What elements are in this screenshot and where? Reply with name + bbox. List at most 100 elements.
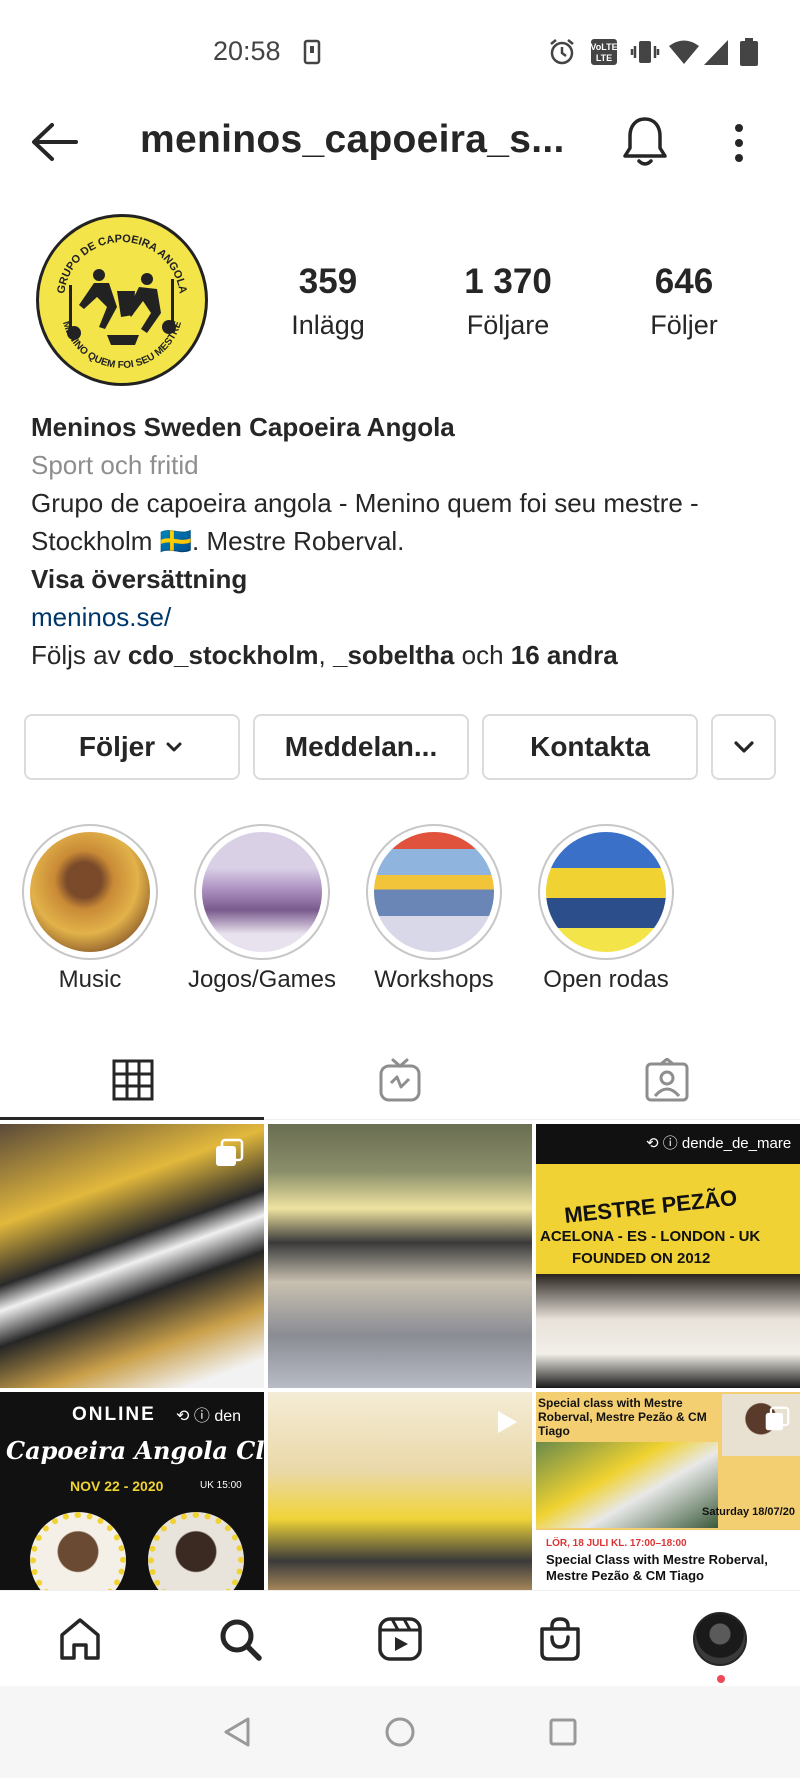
stat-following-label: Följer xyxy=(650,310,718,340)
nav-profile[interactable] xyxy=(692,1611,748,1667)
post-tile[interactable]: ONLINE ⟲ ⓘ den Capoeira Angola Class NOV… xyxy=(0,1392,264,1590)
message-button-label: Meddelan... xyxy=(284,731,438,762)
profile-avatar xyxy=(693,1612,747,1666)
svg-text:LTE: LTE xyxy=(596,53,612,63)
nav-shop[interactable] xyxy=(532,1611,588,1667)
post-tile[interactable]: Special class with Mestre Roberval, Mest… xyxy=(536,1392,800,1590)
class-time: UK 15:00 xyxy=(200,1480,242,1491)
event-time: LÖR, 18 JULI KL. 17:00–18:00 xyxy=(546,1538,687,1549)
followed-others[interactable]: 16 andra xyxy=(511,640,618,670)
highlight-ring xyxy=(194,824,330,960)
nav-reels[interactable] xyxy=(372,1611,428,1667)
active-tab-indicator xyxy=(0,1117,264,1120)
sweden-flag-icon: 🇸🇪 xyxy=(159,526,192,556)
class-title: Capoeira Angola Class xyxy=(6,1436,264,1465)
following-button-label: Följer xyxy=(78,731,156,762)
followed-user-1[interactable]: cdo_stockholm xyxy=(128,640,319,670)
tab-igtv[interactable] xyxy=(267,1040,533,1120)
banner-line2: FOUNDED ON 2012 xyxy=(572,1250,711,1267)
highlight-music[interactable]: Music xyxy=(22,824,158,993)
stat-following[interactable]: 646 Följer xyxy=(609,262,759,341)
bell-icon[interactable] xyxy=(622,114,668,168)
teacher-photo-1 xyxy=(30,1512,126,1590)
multi-photo-icon xyxy=(216,1138,244,1166)
wifi-icon xyxy=(669,40,699,64)
recents-square-icon[interactable] xyxy=(548,1717,578,1747)
profile-avatar[interactable]: GRUPO DE CAPOEIRA ANGOLA MENINO QUEM FOI… xyxy=(36,214,208,386)
online-label: ONLINE xyxy=(72,1404,156,1425)
stat-posts-label: Inlägg xyxy=(291,310,365,340)
contact-button-label: Kontakta xyxy=(530,731,650,762)
post-tile[interactable]: ⟲ ⓘ dende_de_mare MESTRE PEZÃO ACELONA -… xyxy=(536,1124,800,1388)
highlight-workshops[interactable]: Workshops xyxy=(366,824,502,993)
see-translation-link[interactable]: Visa översättning xyxy=(31,560,771,598)
stat-followers-value: 1 370 xyxy=(464,262,552,301)
bio-text-line2: Stockholm 🇸🇪. Mestre Roberval. xyxy=(31,522,771,560)
chevron-down-icon xyxy=(733,741,754,753)
highlight-ring xyxy=(22,824,158,960)
following-button[interactable]: Följer xyxy=(24,714,240,780)
back-triangle-icon[interactable] xyxy=(222,1716,252,1748)
volte-icon: VoLTE LTE xyxy=(590,39,618,65)
followed-by-prefix: Följs av xyxy=(31,640,121,670)
screenshot-icon xyxy=(303,39,321,65)
stat-followers-label: Följare xyxy=(466,310,550,340)
repost-username: ⟲ ⓘ den xyxy=(176,1408,242,1425)
highlight-open-rodas[interactable]: Open rodas xyxy=(538,824,674,993)
vibrate-icon xyxy=(630,41,660,63)
profile-bio: Meninos Sweden Capoeira Angola Sport och… xyxy=(31,408,771,674)
highlight-ring xyxy=(538,824,674,960)
bio-text-line1: Grupo de capoeira angola - Menino quem f… xyxy=(31,488,699,518)
post-tile[interactable] xyxy=(268,1124,532,1388)
followed-by[interactable]: Följs av cdo_stockholm, _sobeltha och 16… xyxy=(31,636,771,674)
event-title: Special Class with Mestre Roberval, Mest… xyxy=(546,1552,768,1583)
banner-line1: ACELONA - ES - LONDON - UK xyxy=(540,1228,761,1245)
followed-and: och xyxy=(461,640,504,670)
highlight-cover xyxy=(202,832,322,952)
status-time: 20:58 xyxy=(213,36,281,66)
stat-followers[interactable]: 1 370 Följare xyxy=(433,262,583,341)
repost-username: ⟲ ⓘ dende_de_mare xyxy=(646,1135,792,1152)
followed-user-2[interactable]: _sobeltha xyxy=(333,640,454,670)
stat-posts[interactable]: 359 Inlägg xyxy=(253,262,403,341)
bottom-navigation xyxy=(0,1590,800,1686)
profile-header: meninos_capoeira_s... xyxy=(0,100,800,184)
highlight-cover xyxy=(30,832,150,952)
status-bar: 20:58 VoLTE LTE xyxy=(0,0,800,100)
highlight-cover xyxy=(546,832,666,952)
profile-display-name: Meninos Sweden Capoeira Angola xyxy=(31,412,455,442)
igtv-icon xyxy=(379,1058,421,1102)
suggested-accounts-button[interactable] xyxy=(711,714,776,780)
website-link[interactable]: meninos.se/ xyxy=(31,598,771,636)
grid-icon xyxy=(112,1059,154,1101)
bio-text-location: Stockholm xyxy=(31,526,153,556)
banner-text: MESTRE PEZÃO xyxy=(563,1184,739,1229)
class-date: NOV 22 - 2020 xyxy=(70,1478,164,1494)
back-arrow-icon[interactable] xyxy=(30,120,80,164)
nav-home[interactable] xyxy=(52,1611,108,1667)
highlight-cover xyxy=(374,832,494,952)
bio-text-mestre: . Mestre Roberval. xyxy=(192,526,405,556)
teacher-photo-2 xyxy=(148,1512,244,1590)
tab-tagged[interactable] xyxy=(534,1040,800,1120)
shop-icon xyxy=(540,1617,580,1661)
post-tile[interactable] xyxy=(0,1124,264,1388)
more-vertical-icon[interactable] xyxy=(722,120,756,166)
message-button[interactable]: Meddelan... xyxy=(253,714,469,780)
capoeira-logo: GRUPO DE CAPOEIRA ANGOLA MENINO QUEM FOI… xyxy=(40,218,204,382)
search-icon xyxy=(220,1619,262,1661)
posts-grid: ⟲ ⓘ dende_de_mare MESTRE PEZÃO ACELONA -… xyxy=(0,1122,800,1590)
stat-posts-value: 359 xyxy=(298,262,358,301)
stat-following-value: 646 xyxy=(654,262,714,301)
repost-user-text: den xyxy=(214,1408,242,1425)
profile-category: Sport och fritid xyxy=(31,450,199,480)
post-tile[interactable] xyxy=(268,1392,532,1590)
home-circle-icon[interactable] xyxy=(384,1716,416,1748)
reels-icon xyxy=(378,1617,422,1661)
contact-button[interactable]: Kontakta xyxy=(482,714,698,780)
tab-posts-grid[interactable] xyxy=(0,1040,266,1120)
highlight-jogos-games[interactable]: Jogos/Games xyxy=(188,824,336,993)
followed-separator: , xyxy=(318,640,326,670)
battery-icon xyxy=(740,38,758,66)
nav-search[interactable] xyxy=(212,1611,268,1667)
